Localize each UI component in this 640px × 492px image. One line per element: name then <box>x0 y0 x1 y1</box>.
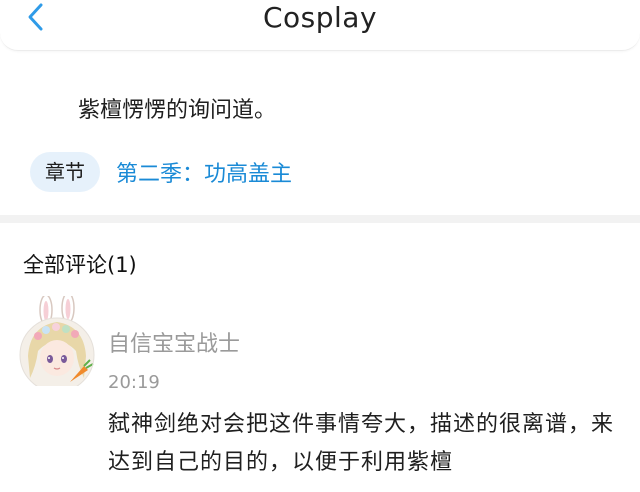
comments-heading: 全部评论(1) <box>23 253 137 277</box>
chapter-info: 章节 第二季：功高盖主 <box>30 150 292 194</box>
comment-username[interactable]: 自信宝宝战士 <box>108 330 240 360</box>
chapter-badge: 章节 <box>30 152 100 192</box>
chapter-content-text: 紫檀愣愣的询问道。 <box>78 98 277 123</box>
top-bar: Cosplay <box>0 0 640 51</box>
section-divider <box>0 215 640 223</box>
chapter-link[interactable]: 第二季：功高盖主 <box>116 156 292 188</box>
avatar-image <box>19 296 95 386</box>
page: Cosplay 紫檀愣愣的询问道。 章节 第二季：功高盖主 全部评论(1) 自信… <box>0 0 640 492</box>
page-title: Cosplay <box>262 1 378 34</box>
comment-timestamp: 20:19 <box>108 372 160 393</box>
comment-text: 弑神剑绝对会把这件事情夸大，描述的很离谱，来达到自己的目的，以便于利用紫檀 <box>108 412 615 475</box>
avatar[interactable] <box>19 296 95 392</box>
